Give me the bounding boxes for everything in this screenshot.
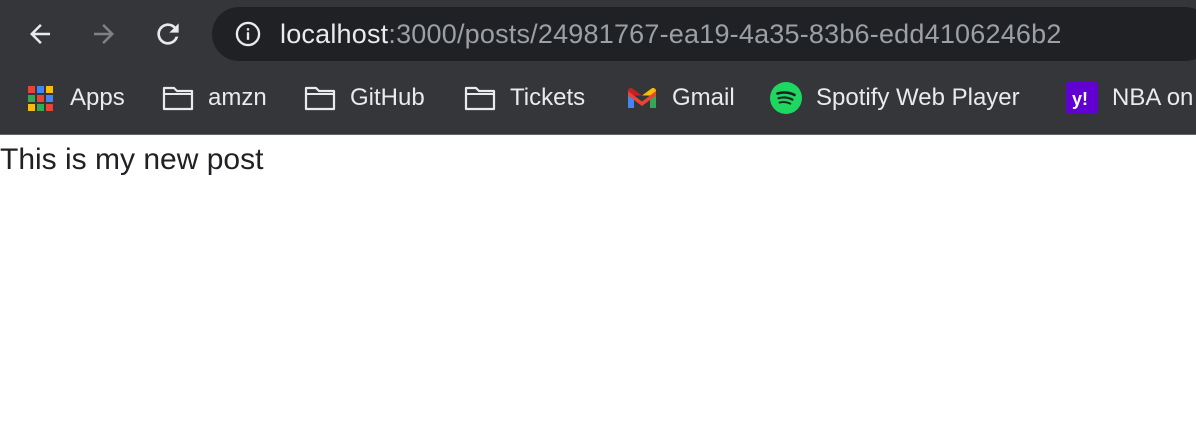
bookmark-label: Spotify Web Player bbox=[816, 84, 1020, 111]
bookmark-spotify[interactable]: Spotify Web Player bbox=[770, 82, 1020, 114]
gmail-icon bbox=[626, 82, 658, 114]
spotify-icon bbox=[770, 82, 802, 114]
url-host: localhost bbox=[280, 19, 389, 49]
folder-icon bbox=[464, 82, 496, 114]
page-content: This is my new post bbox=[0, 135, 1196, 442]
forward-button[interactable] bbox=[84, 14, 124, 54]
bookmark-label: GitHub bbox=[350, 84, 425, 111]
browser-toolbar: localhost:3000/posts/24981767-ea19-4a35-… bbox=[0, 0, 1196, 68]
bookmark-label: Gmail bbox=[672, 84, 735, 111]
back-button[interactable] bbox=[20, 14, 60, 54]
bookmark-amzn[interactable]: amzn bbox=[162, 82, 267, 114]
post-text: This is my new post bbox=[0, 143, 264, 176]
reload-icon bbox=[157, 23, 179, 45]
bookmark-gmail[interactable]: Gmail bbox=[626, 82, 735, 114]
bookmark-label: amzn bbox=[208, 84, 267, 111]
bookmark-label: Apps bbox=[70, 84, 125, 111]
bookmarks-bar: Apps amzn GitHub Tickets Gmail Spotify W… bbox=[0, 68, 1196, 134]
apps-grid-icon bbox=[24, 82, 56, 114]
url-text[interactable]: localhost:3000/posts/24981767-ea19-4a35-… bbox=[280, 7, 1062, 61]
url-path: :3000/posts/24981767-ea19-4a35-83b6-edd4… bbox=[388, 19, 1062, 49]
bookmark-github[interactable]: GitHub bbox=[304, 82, 425, 114]
info-icon[interactable] bbox=[234, 20, 262, 48]
arrow-left-icon bbox=[30, 24, 50, 44]
browser-chrome: localhost:3000/posts/24981767-ea19-4a35-… bbox=[0, 0, 1196, 135]
folder-icon bbox=[304, 82, 336, 114]
bookmark-tickets[interactable]: Tickets bbox=[464, 82, 585, 114]
bookmark-nba[interactable]: y! NBA on bbox=[1066, 82, 1193, 114]
bookmark-apps[interactable]: Apps bbox=[24, 82, 125, 114]
reload-button[interactable] bbox=[148, 14, 188, 54]
folder-icon bbox=[162, 82, 194, 114]
yahoo-icon: y! bbox=[1066, 82, 1098, 114]
arrow-right-icon bbox=[94, 24, 114, 44]
address-bar[interactable]: localhost:3000/posts/24981767-ea19-4a35-… bbox=[212, 7, 1196, 61]
bookmark-label: Tickets bbox=[510, 84, 586, 111]
svg-text:y!: y! bbox=[1072, 89, 1088, 109]
bookmark-label: NBA on bbox=[1112, 84, 1194, 111]
